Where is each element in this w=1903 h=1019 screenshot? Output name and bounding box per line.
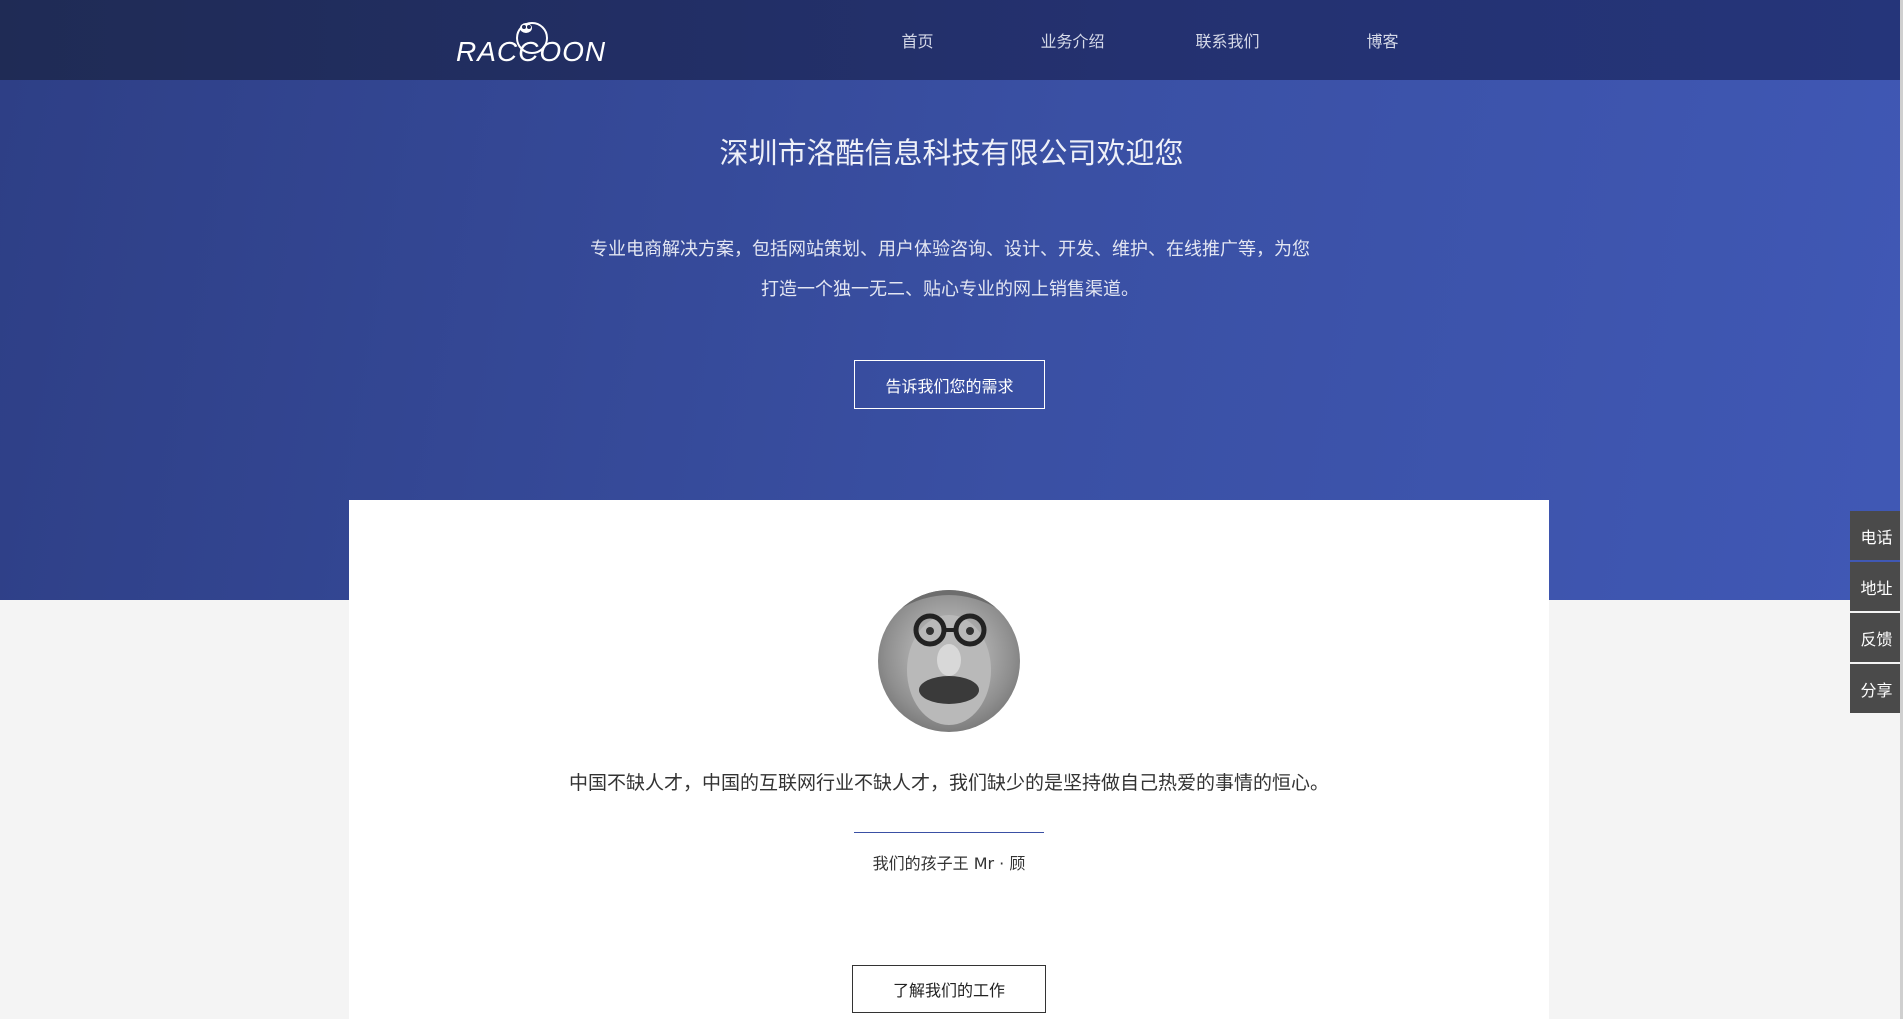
quote-divider [854, 832, 1044, 833]
nav-item-blog[interactable]: 博客 [1305, 28, 1460, 52]
tell-us-needs-button[interactable]: 告诉我们您的需求 [854, 360, 1045, 409]
side-tool-feedback[interactable]: 反馈 [1850, 613, 1903, 662]
hero-description: 专业电商解决方案，包括网站策划、用户体验咨询、设计、开发、维护、在线推广等，为您… [540, 230, 1360, 310]
nav-item-contact[interactable]: 联系我们 [1150, 28, 1305, 52]
side-tool-address[interactable]: 地址 [1850, 562, 1903, 611]
main-nav: 首页 业务介绍 联系我们 博客 [840, 0, 1460, 80]
raccoon-logo[interactable]: RACCOON [456, 14, 605, 70]
side-tool-share[interactable]: 分享 [1850, 664, 1903, 713]
hero-description-line-1: 专业电商解决方案，包括网站策划、用户体验咨询、设计、开发、维护、在线推广等，为您 [590, 239, 1310, 260]
testimonial-quote: 中国不缺人才，中国的互联网行业不缺人才，我们缺少的是坚持做自己热爱的事情的恒心。 [568, 772, 1329, 794]
learn-our-work-button[interactable]: 了解我们的工作 [852, 965, 1046, 1013]
side-toolbar: 电话 地址 反馈 分享 [1850, 511, 1903, 715]
logo-text: RACCOON [456, 36, 607, 67]
avatar-portrait [898, 590, 1000, 725]
hero-description-line-2: 打造一个独一无二、贴心专业的网上销售渠道。 [761, 279, 1139, 300]
nav-item-services[interactable]: 业务介绍 [995, 28, 1150, 52]
avatar [878, 590, 1020, 732]
nav-item-home[interactable]: 首页 [840, 28, 995, 52]
side-tool-phone[interactable]: 电话 [1850, 511, 1903, 560]
site-header: RACCOON 首页 业务介绍 联系我们 博客 [0, 0, 1903, 80]
hero-title: 深圳市洛酷信息科技有限公司欢迎您 [719, 136, 1184, 170]
testimonial-author: 我们的孩子王 Mr · 顾 [872, 854, 1026, 873]
testimonial-card: 中国不缺人才，中国的互联网行业不缺人才，我们缺少的是坚持做自己热爱的事情的恒心。… [349, 500, 1549, 1019]
